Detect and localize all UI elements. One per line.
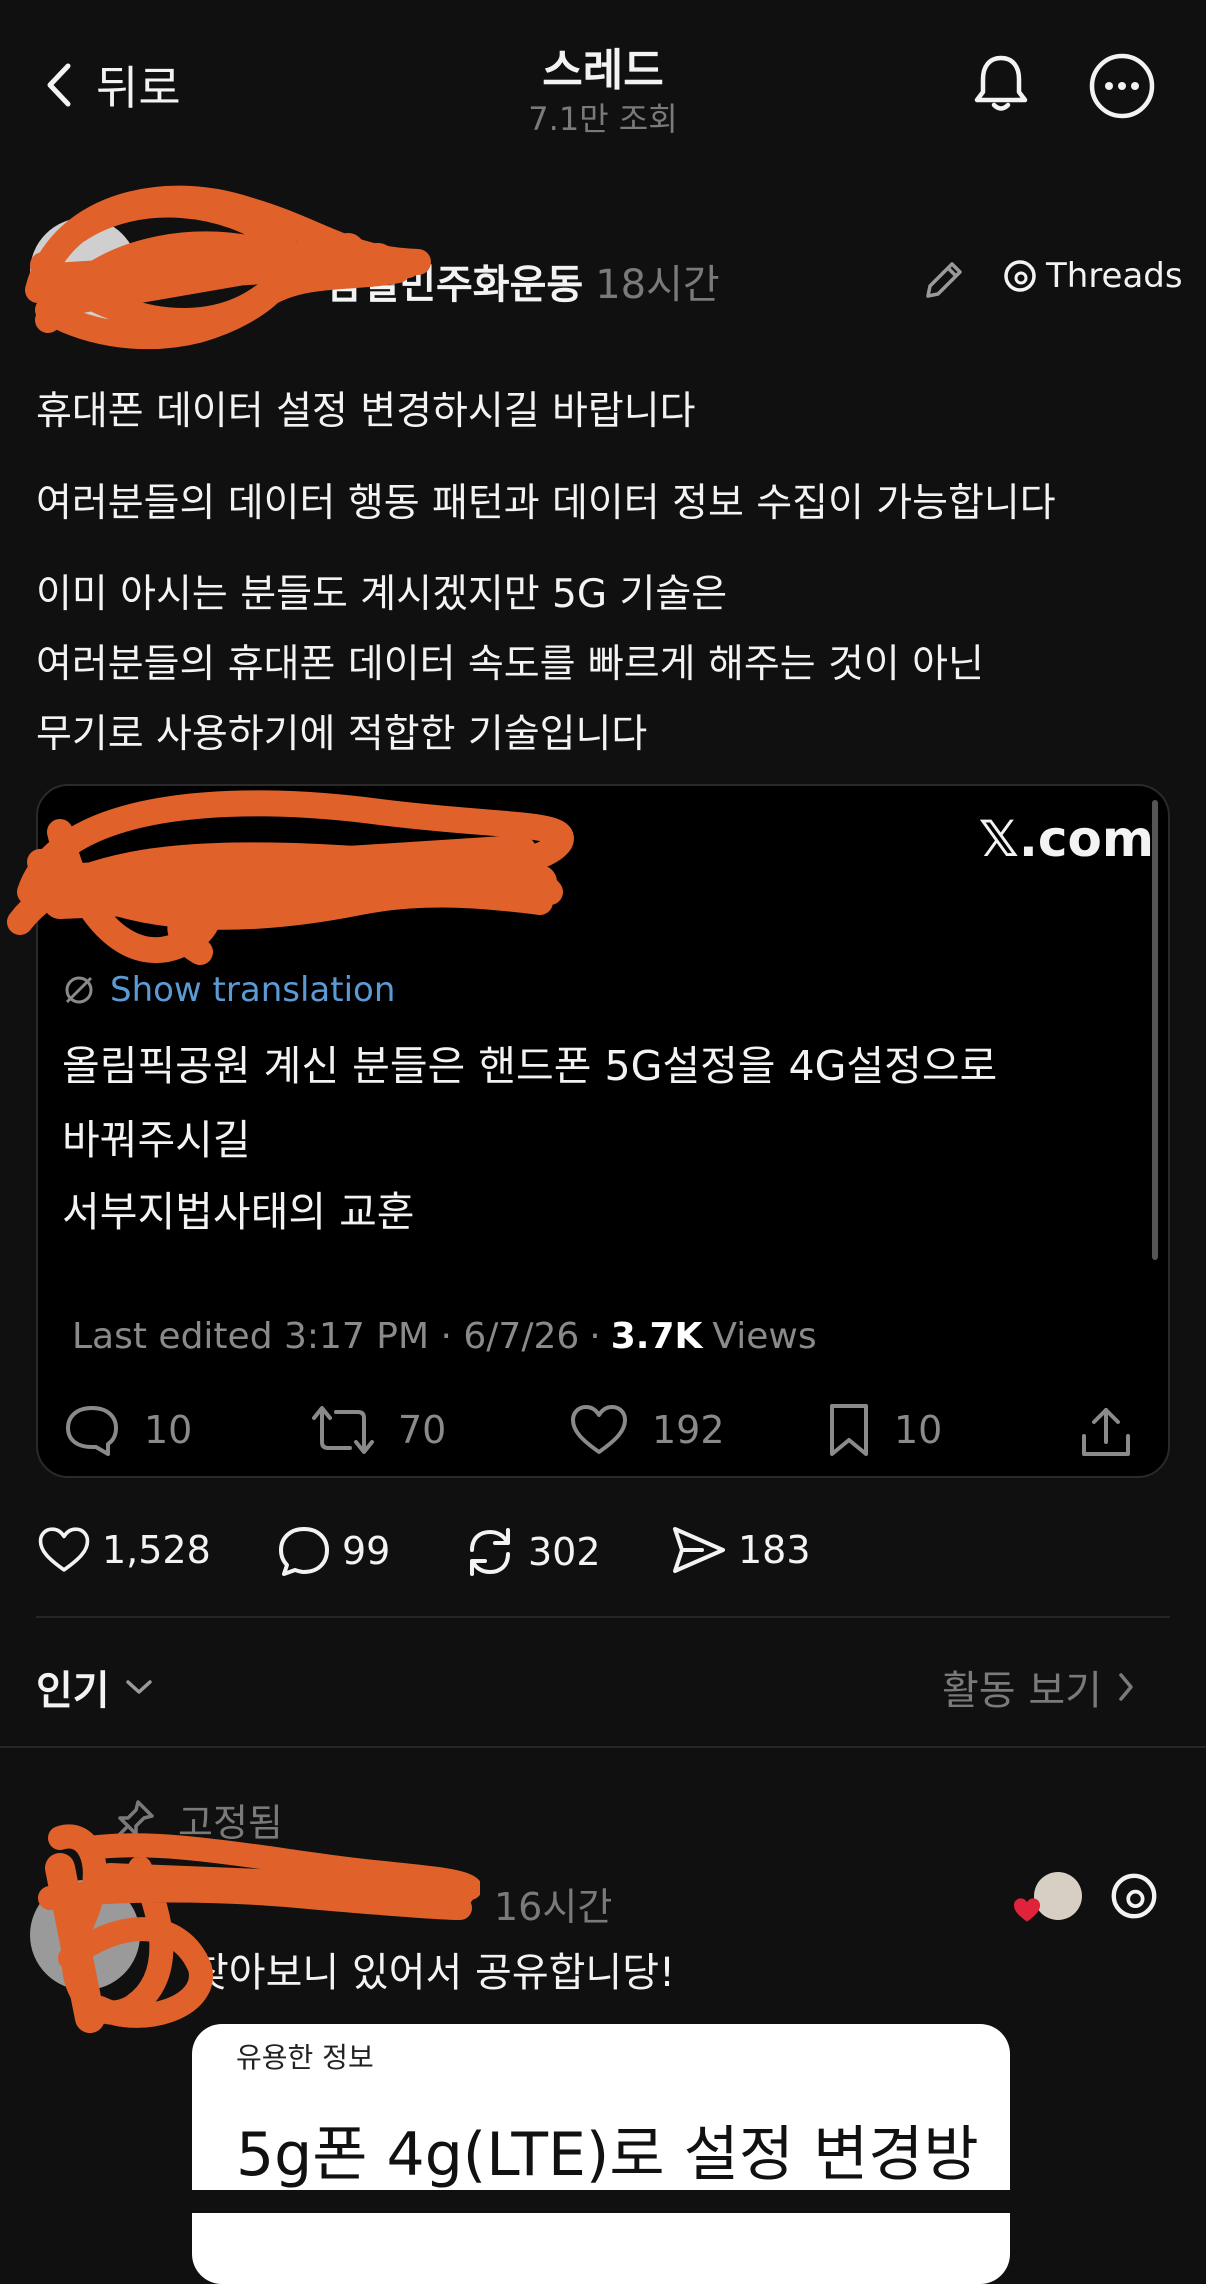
post-time: 18시간 bbox=[595, 262, 720, 308]
redaction-scribble bbox=[0, 782, 590, 982]
divider bbox=[36, 1616, 1170, 1618]
post-text-line: 무기로 사용하기에 적합한 기술입니다 bbox=[36, 712, 648, 757]
comment-count: 99 bbox=[342, 1529, 391, 1573]
like-count: 1,528 bbox=[102, 1528, 211, 1572]
heart-icon bbox=[36, 1524, 92, 1576]
more-options-icon[interactable] bbox=[1088, 52, 1156, 120]
view-activity-link[interactable]: 활동 보기 bbox=[942, 1658, 1136, 1716]
bookmark-icon bbox=[826, 1402, 872, 1458]
pencil-icon[interactable] bbox=[920, 256, 968, 304]
x-source-label: 𝕏.com bbox=[978, 810, 1154, 868]
bottom-edge bbox=[0, 2190, 1206, 2213]
separator-dot: · bbox=[589, 1316, 601, 1357]
reply-bubble-icon bbox=[62, 1402, 122, 1458]
post-text-line: 여러분들의 데이터 행동 패턴과 데이터 정보 수집이 가능합니다 bbox=[36, 481, 1056, 526]
repost-count: 302 bbox=[528, 1530, 601, 1574]
threads-badge: Threads bbox=[1002, 256, 1183, 296]
share-count: 183 bbox=[738, 1528, 811, 1572]
heart-icon bbox=[568, 1402, 630, 1458]
embed-bookmark-count: 10 bbox=[894, 1408, 943, 1452]
threads-logo-icon[interactable] bbox=[1108, 1870, 1160, 1922]
embed-repost-button[interactable]: 70 bbox=[310, 1402, 446, 1458]
embed-bookmark-button[interactable]: 10 bbox=[826, 1402, 942, 1458]
activity-label: 활동 보기 bbox=[942, 1668, 1102, 1714]
post-text-line: 여러분들의 휴대폰 데이터 속도를 빠르게 해주는 것이 아닌 bbox=[36, 642, 984, 687]
bell-icon[interactable] bbox=[970, 52, 1032, 114]
divider bbox=[0, 1746, 1206, 1748]
sort-dropdown[interactable]: 인기 bbox=[36, 1658, 154, 1716]
share-upload-icon[interactable] bbox=[1078, 1404, 1134, 1460]
reply-time: 16시간 bbox=[494, 1885, 613, 1929]
scrollbar[interactable] bbox=[1152, 800, 1158, 1260]
repost-button[interactable]: 302 bbox=[462, 1524, 601, 1580]
embed-text-line: 올림픽공원 계신 분들은 핸드폰 5G설정을 4G설정으로 bbox=[62, 1042, 998, 1090]
sort-label: 인기 bbox=[36, 1668, 110, 1714]
post-text-line: 이미 아시는 분들도 계시겠지만 5G 기술은 bbox=[36, 572, 728, 617]
chevron-right-icon bbox=[1116, 1671, 1136, 1703]
card-title: 5g폰 4g(LTE)로 설정 변경방 bbox=[236, 2120, 979, 2190]
embed-repost-count: 70 bbox=[398, 1408, 447, 1452]
redaction-scribble bbox=[18, 170, 438, 360]
edited-timestamp: Last edited 3:17 PM · 6/7/26 bbox=[72, 1316, 580, 1357]
send-paper-plane-icon bbox=[670, 1524, 728, 1576]
threads-label: Threads bbox=[1046, 256, 1183, 296]
embed-like-button[interactable]: 192 bbox=[568, 1402, 725, 1458]
repost-arrows-icon bbox=[310, 1402, 376, 1458]
post-text-line: 휴대폰 데이터 설정 변경하시길 바랍니다 bbox=[36, 389, 696, 434]
comment-bubble-icon bbox=[276, 1524, 332, 1578]
chevron-down-icon bbox=[124, 1677, 154, 1697]
comment-button[interactable]: 99 bbox=[276, 1524, 390, 1578]
embed-text-line: 서부지법사태의 교훈 bbox=[62, 1188, 415, 1236]
share-button[interactable]: 183 bbox=[670, 1524, 811, 1576]
threads-logo-icon bbox=[1002, 258, 1038, 294]
card-label: 유용한 정보 bbox=[236, 2041, 374, 2074]
embed-meta: Last edited 3:17 PM · 6/7/26 · 3.7K View… bbox=[72, 1316, 817, 1357]
liked-heart-icon bbox=[1012, 1896, 1042, 1924]
redaction-scribble bbox=[20, 1808, 480, 2038]
embed-views-count: 3.7K bbox=[610, 1316, 703, 1357]
repost-icon bbox=[462, 1524, 518, 1580]
like-button[interactable]: 1,528 bbox=[36, 1524, 211, 1576]
embed-views-label: Views bbox=[712, 1316, 817, 1357]
embed-text-line: 바꿔주시길 bbox=[62, 1116, 251, 1164]
embed-reply-count: 10 bbox=[144, 1408, 193, 1452]
embed-reply-button[interactable]: 10 bbox=[62, 1402, 192, 1458]
embed-like-count: 192 bbox=[652, 1408, 725, 1452]
